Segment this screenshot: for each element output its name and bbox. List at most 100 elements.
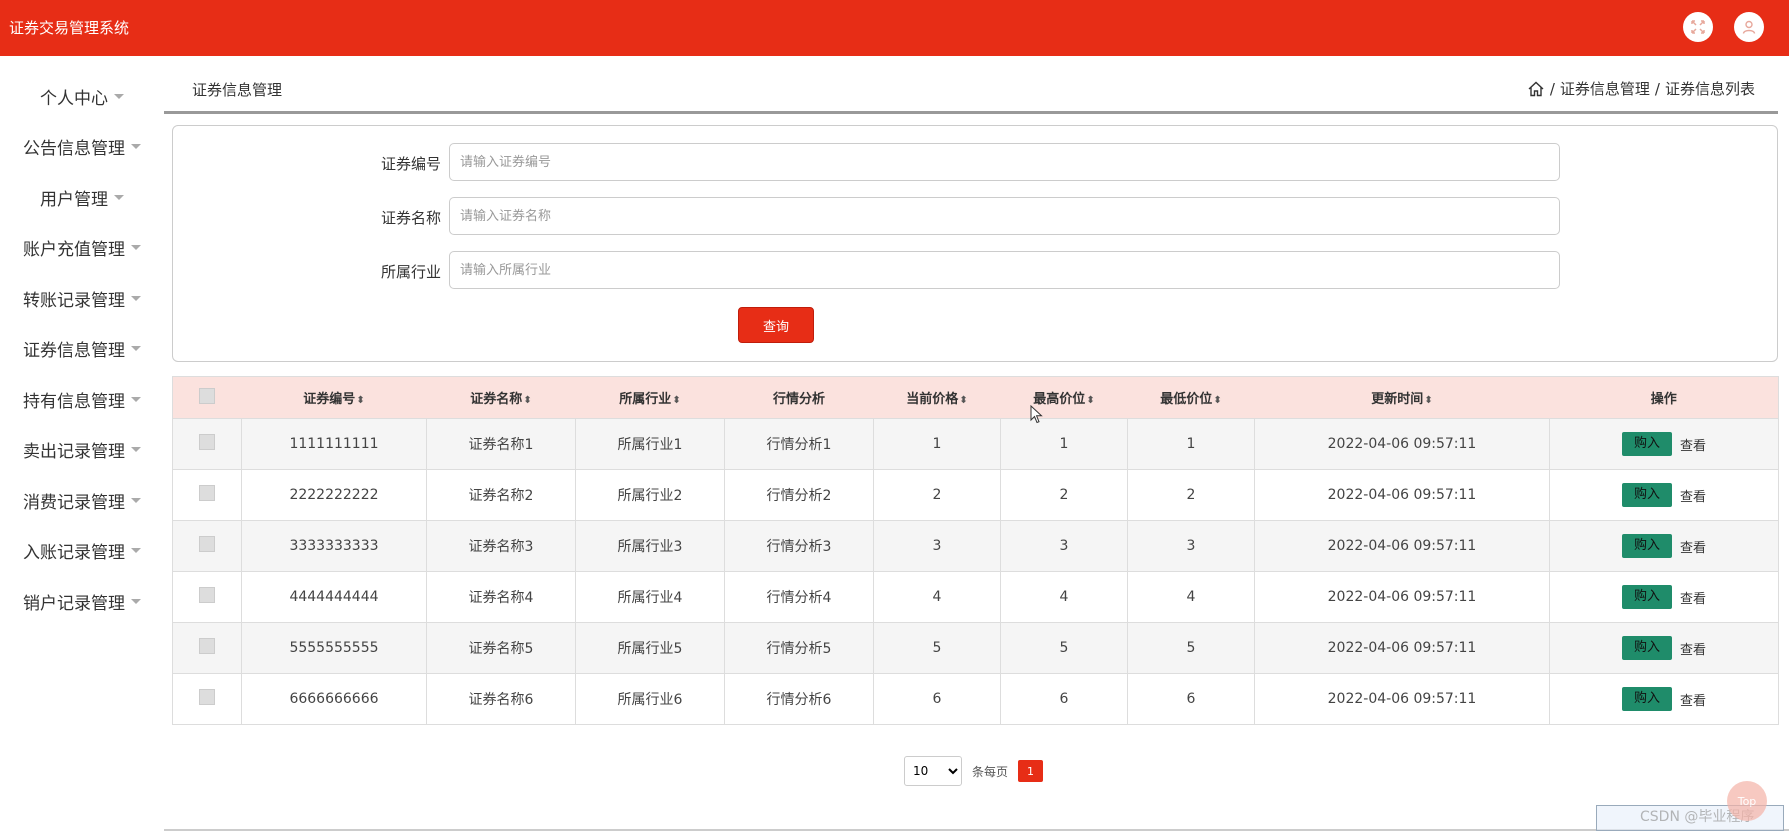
- back-to-top-button[interactable]: Top: [1727, 781, 1767, 821]
- buy-button[interactable]: 购入: [1621, 636, 1672, 660]
- sidebar-item-income[interactable]: 入账记录管理: [0, 530, 164, 570]
- view-button[interactable]: 查看: [1680, 690, 1706, 709]
- chevron-down-icon: [131, 547, 141, 553]
- cell-price: 1: [873, 418, 1001, 470]
- row-checkbox[interactable]: [199, 587, 215, 603]
- column-header-price[interactable]: 当前价格⬍: [873, 376, 1001, 419]
- sort-icon[interactable]: ⬍: [1213, 395, 1221, 406]
- column-header-name[interactable]: 证券名称⬍: [426, 376, 576, 419]
- cell-updated: 2022-04-06 09:57:11: [1254, 673, 1550, 725]
- row-select-cell: [172, 673, 242, 725]
- sidebar-item-transfers[interactable]: 转账记录管理: [0, 278, 164, 318]
- column-label: 最低价位: [1160, 392, 1213, 407]
- row-actions-cell: 购入 查看: [1549, 622, 1779, 674]
- select-all-checkbox[interactable]: [199, 387, 216, 404]
- sidebar-item-consumption[interactable]: 消费记录管理: [0, 480, 164, 520]
- row-checkbox[interactable]: [199, 638, 215, 654]
- chevron-down-icon: [131, 598, 141, 604]
- column-label: 更新时间: [1371, 392, 1424, 407]
- column-label: 当前价格: [906, 392, 959, 407]
- column-label: 证券名称: [470, 392, 523, 407]
- view-button[interactable]: 查看: [1680, 588, 1706, 607]
- cell-name: 证券名称3: [426, 520, 576, 572]
- industry-input[interactable]: [449, 251, 1560, 289]
- table-row[interactable]: 6666666666 证券名称6 所属行业6 行情分析6 6 6 6 2022-04-06 0…: [172, 673, 1779, 725]
- home-icon[interactable]: [1527, 80, 1545, 98]
- security-code-input[interactable]: [449, 143, 1560, 181]
- cell-low: 3: [1127, 520, 1255, 572]
- buy-button[interactable]: 购入: [1621, 585, 1672, 609]
- column-header-low[interactable]: 最低价位⬍: [1127, 376, 1255, 419]
- cell-price: 2: [873, 469, 1001, 521]
- row-checkbox[interactable]: [199, 434, 215, 450]
- breadcrumb-item: 证券信息列表: [1664, 80, 1755, 98]
- fullscreen-icon[interactable]: [1683, 12, 1713, 42]
- buy-button[interactable]: 购入: [1621, 432, 1672, 456]
- table-row[interactable]: 3333333333 证券名称3 所属行业3 行情分析3 3 3 3 2022-04-06 0…: [172, 520, 1779, 572]
- breadcrumb-separator: /: [1654, 79, 1660, 98]
- row-checkbox[interactable]: [199, 689, 215, 705]
- cell-low: 2: [1127, 469, 1255, 521]
- table-row[interactable]: 4444444444 证券名称4 所属行业4 行情分析4 4 4 4 2022-04-06 0…: [172, 571, 1779, 623]
- cell-code: 5555555555: [241, 622, 427, 674]
- security-name-input[interactable]: [449, 197, 1560, 235]
- sidebar-item-securities[interactable]: 证券信息管理: [0, 328, 164, 368]
- breadcrumb-item[interactable]: 证券信息管理: [1560, 78, 1650, 99]
- user-avatar-icon[interactable]: [1734, 12, 1764, 42]
- chevron-down-icon: [114, 194, 124, 200]
- table-header-row: 证券编号⬍ 证券名称⬍ 所属行业⬍ 行情分析 当前价格⬍ 最高价位⬍ 最低价位⬍…: [172, 376, 1779, 419]
- breadcrumb: / 证券信息管理 / 证券信息列表: [1527, 78, 1755, 99]
- sidebar-item-account-closure[interactable]: 销户记录管理: [0, 581, 164, 621]
- sidebar-item-users[interactable]: 用户管理: [0, 177, 164, 217]
- row-checkbox[interactable]: [199, 485, 215, 501]
- row-checkbox[interactable]: [199, 536, 215, 552]
- table-row[interactable]: 2222222222 证券名称2 所属行业2 行情分析2 2 2 2 2022-04-06 0…: [172, 469, 1779, 521]
- page-size-select[interactable]: 10: [904, 756, 962, 786]
- cell-analysis: 行情分析1: [724, 418, 874, 470]
- row-select-cell: [172, 469, 242, 521]
- cell-high: 5: [1000, 622, 1128, 674]
- view-button[interactable]: 查看: [1680, 639, 1706, 658]
- chevron-down-icon: [131, 396, 141, 402]
- row-actions-cell: 购入 查看: [1549, 418, 1779, 470]
- table-row[interactable]: 1111111111 证券名称1 所属行业1 行情分析1 1 1 1 2022-04-06 0…: [172, 418, 1779, 470]
- row-actions-cell: 购入 查看: [1549, 571, 1779, 623]
- column-header-industry[interactable]: 所属行业⬍: [575, 376, 725, 419]
- column-header-code[interactable]: 证券编号⬍: [241, 376, 427, 419]
- column-header-high[interactable]: 最高价位⬍: [1000, 376, 1128, 419]
- cell-analysis: 行情分析3: [724, 520, 874, 572]
- sidebar-item-recharge[interactable]: 账户充值管理: [0, 227, 164, 267]
- cell-updated: 2022-04-06 09:57:11: [1254, 418, 1550, 470]
- column-header-actions: 操作: [1549, 376, 1779, 419]
- column-label: 行情分析: [772, 392, 825, 407]
- cell-high: 6: [1000, 673, 1128, 725]
- table-row[interactable]: 5555555555 证券名称5 所属行业5 行情分析5 5 5 5 2022-04-06 0…: [172, 622, 1779, 674]
- view-button[interactable]: 查看: [1680, 537, 1706, 556]
- query-button[interactable]: 查询: [738, 307, 814, 343]
- row-select-cell: [172, 418, 242, 470]
- sidebar-item-sales[interactable]: 卖出记录管理: [0, 429, 164, 469]
- page-number-current[interactable]: 1: [1018, 760, 1044, 782]
- sidebar-item-announcements[interactable]: 公告信息管理: [0, 126, 164, 166]
- cell-code: 4444444444: [241, 571, 427, 623]
- sort-icon[interactable]: ⬍: [959, 395, 967, 406]
- sort-icon[interactable]: ⬍: [1086, 395, 1094, 406]
- cell-updated: 2022-04-06 09:57:11: [1254, 571, 1550, 623]
- row-select-cell: [172, 520, 242, 572]
- sidebar-item-label: 账户充值管理: [23, 239, 125, 260]
- cell-high: 1: [1000, 418, 1128, 470]
- sort-icon[interactable]: ⬍: [523, 395, 531, 406]
- view-button[interactable]: 查看: [1680, 486, 1706, 505]
- sort-icon[interactable]: ⬍: [356, 395, 364, 406]
- buy-button[interactable]: 购入: [1621, 483, 1672, 507]
- sort-icon[interactable]: ⬍: [1424, 395, 1432, 406]
- sidebar-item-holdings[interactable]: 持有信息管理: [0, 379, 164, 419]
- sidebar-item-label: 用户管理: [40, 189, 108, 210]
- buy-button[interactable]: 购入: [1621, 687, 1672, 711]
- sort-icon[interactable]: ⬍: [672, 395, 680, 406]
- sidebar-item-personal-center[interactable]: 个人中心: [0, 76, 164, 116]
- buy-button[interactable]: 购入: [1621, 534, 1672, 558]
- column-header-updated[interactable]: 更新时间⬍: [1254, 376, 1550, 419]
- view-button[interactable]: 查看: [1680, 435, 1706, 454]
- chevron-down-icon: [131, 295, 141, 301]
